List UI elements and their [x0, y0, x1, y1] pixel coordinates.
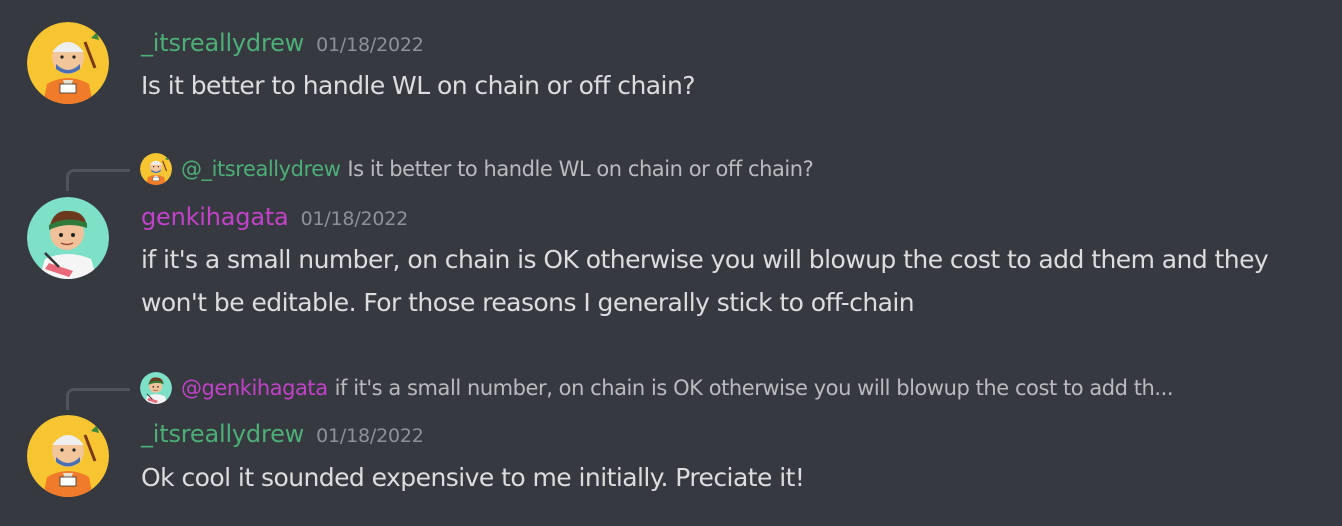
reply-spine — [66, 169, 130, 191]
username[interactable]: _itsreallydrew — [141, 420, 304, 448]
timestamp: 01/18/2022 — [316, 34, 424, 56]
username[interactable]: genkihagata — [141, 203, 289, 231]
reply-preview[interactable]: @genkihagata if it's a small number, on c… — [0, 370, 1342, 410]
reply-mention[interactable]: @genkihagata — [181, 376, 328, 400]
genkihagata-avatar-icon — [140, 372, 172, 404]
reply-text: @_itsreallydrew Is it better to handle WL… — [181, 155, 1321, 183]
reply-text: @genkihagata if it's a small number, on c… — [181, 374, 1321, 402]
message-content: Ok cool it sounded expensive to me initi… — [141, 463, 805, 492]
message-header: genkihagata 01/18/2022 — [141, 205, 408, 229]
reply-preview-text: Is it better to handle WL on chain or of… — [347, 157, 814, 181]
timestamp: 01/18/2022 — [300, 208, 409, 230]
reply-preview-text: if it's a small number, on chain is OK o… — [334, 376, 1174, 400]
reply-preview[interactable]: @_itsreallydrew Is it better to handle WL… — [0, 151, 1342, 191]
itsreallydrew-avatar-icon[interactable] — [27, 22, 109, 104]
message-header: _itsreallydrew 01/18/2022 — [141, 31, 424, 55]
message-header: _itsreallydrew 01/18/2022 — [141, 422, 424, 446]
genkihagata-avatar-icon[interactable] — [27, 197, 109, 279]
timestamp: 01/18/2022 — [316, 425, 424, 447]
reply-mention[interactable]: @_itsreallydrew — [181, 157, 341, 181]
username[interactable]: _itsreallydrew — [141, 29, 304, 57]
itsreallydrew-avatar-icon — [140, 153, 172, 185]
reply-spine — [66, 388, 130, 410]
itsreallydrew-avatar-icon[interactable] — [27, 415, 109, 497]
message-content: Is it better to handle WL on chain or of… — [141, 71, 696, 100]
message-content: if it's a small number, on chain is OK o… — [141, 245, 1269, 317]
